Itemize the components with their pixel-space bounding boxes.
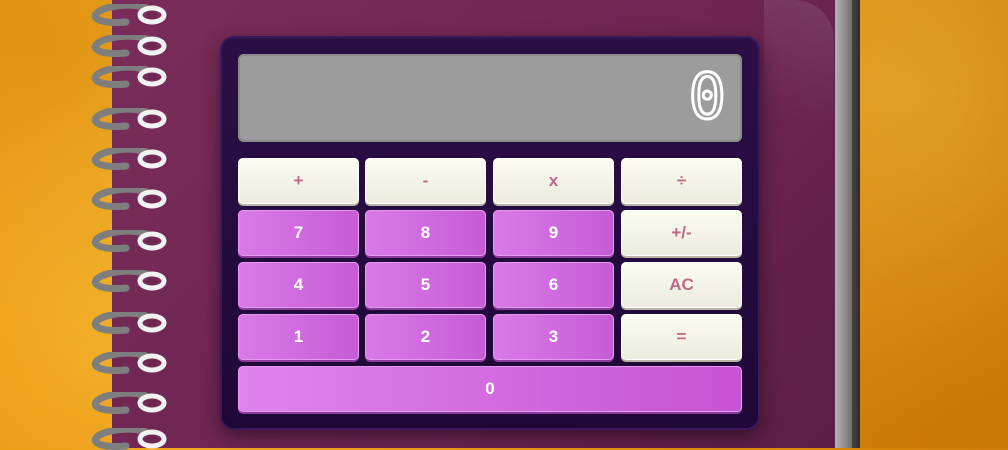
spiral-ring-icon — [88, 352, 174, 374]
digit-3-button[interactable]: 3 — [493, 314, 614, 360]
digit-6-button[interactable]: 6 — [493, 262, 614, 308]
spiral-binding — [88, 0, 178, 450]
spiral-ring-icon — [88, 428, 174, 450]
all-clear-button[interactable]: AC — [621, 262, 742, 308]
minus-button[interactable]: - — [365, 158, 486, 204]
digit-9-button[interactable]: 9 — [493, 210, 614, 256]
multiply-button[interactable]: x — [493, 158, 614, 204]
digit-7-button[interactable]: 7 — [238, 210, 359, 256]
equals-button[interactable]: = — [621, 314, 742, 360]
toggle-sign-button[interactable]: +/- — [621, 210, 742, 256]
plus-button[interactable]: + — [238, 158, 359, 204]
spiral-ring-icon — [88, 108, 174, 130]
digit-4-button[interactable]: 4 — [238, 262, 359, 308]
digit-8-button[interactable]: 8 — [365, 210, 486, 256]
spiral-ring-icon — [88, 148, 174, 170]
divide-button[interactable]: ÷ — [621, 158, 742, 204]
notebook-page-edge — [834, 0, 853, 448]
spiral-ring-icon — [88, 66, 174, 88]
digit-5-button[interactable]: 5 — [365, 262, 486, 308]
spiral-ring-icon — [88, 35, 174, 57]
spiral-ring-icon — [88, 4, 174, 26]
calculator: 0 + - x ÷ 7 8 9 +/- 4 5 6 AC 1 2 3 = 0 — [220, 36, 760, 430]
notebook-page-edge-shadow — [852, 0, 860, 448]
digit-0-button[interactable]: 0 — [238, 366, 742, 412]
spiral-ring-icon — [88, 230, 174, 252]
digit-2-button[interactable]: 2 — [365, 314, 486, 360]
calculator-display: 0 — [238, 54, 742, 142]
digit-1-button[interactable]: 1 — [238, 314, 359, 360]
display-value: 0 — [687, 60, 727, 133]
spiral-ring-icon — [88, 188, 174, 210]
spiral-ring-icon — [88, 270, 174, 292]
spiral-ring-icon — [88, 312, 174, 334]
spiral-ring-icon — [88, 392, 174, 414]
